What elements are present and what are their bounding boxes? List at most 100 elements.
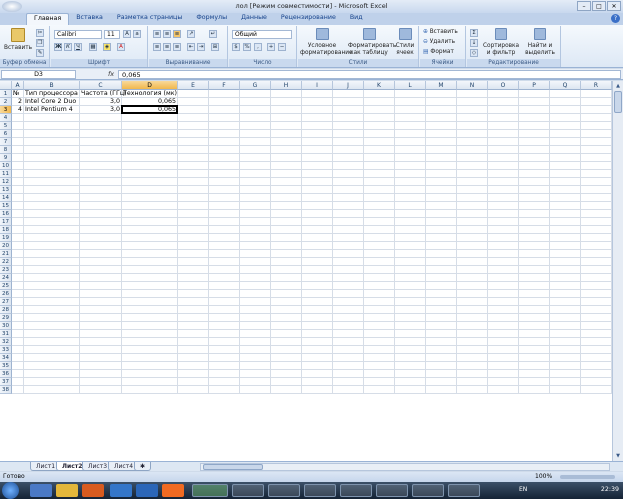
column-header-q[interactable]: Q	[550, 81, 581, 90]
cell-b2[interactable]: Intel Core 2 Duo	[24, 98, 79, 106]
column-header-h[interactable]: H	[271, 81, 302, 90]
row-header[interactable]: 16	[0, 210, 12, 218]
column-header-c[interactable]: C	[80, 81, 122, 90]
font-color-icon[interactable]: A	[117, 43, 125, 51]
row-header[interactable]: 3	[0, 106, 12, 114]
tab-view[interactable]: Вид	[343, 13, 370, 25]
taskbar-window-4[interactable]	[304, 484, 336, 497]
row-header[interactable]: 23	[0, 266, 12, 274]
bold-icon[interactable]: Ж	[54, 43, 62, 51]
percent-icon[interactable]: %	[243, 43, 251, 51]
maximize-button[interactable]: □	[592, 1, 606, 11]
row-header[interactable]: 33	[0, 346, 12, 354]
row-header[interactable]: 2	[0, 98, 12, 106]
row-header[interactable]: 35	[0, 362, 12, 370]
column-header-r[interactable]: R	[581, 81, 612, 90]
decrease-indent-icon[interactable]: ⇤	[187, 43, 195, 51]
sort-filter-button[interactable]: Сортировка и фильтр	[483, 28, 519, 57]
column-header-d[interactable]: D	[122, 81, 178, 90]
tab-insert[interactable]: Вставка	[69, 13, 110, 25]
taskbar-window-3[interactable]	[268, 484, 300, 497]
align-middle-icon[interactable]: ≡	[163, 30, 171, 38]
cell-a3[interactable]: 4	[12, 106, 23, 114]
row-header[interactable]: 8	[0, 146, 12, 154]
column-header-e[interactable]: E	[178, 81, 209, 90]
row-header[interactable]: 30	[0, 322, 12, 330]
tab-home[interactable]: Главная	[26, 13, 70, 25]
select-all-corner[interactable]	[0, 81, 12, 90]
start-button[interactable]	[2, 482, 19, 499]
horizontal-scrollbar[interactable]	[200, 463, 610, 471]
column-header-o[interactable]: O	[488, 81, 519, 90]
underline-icon[interactable]: Ч	[74, 43, 82, 51]
row-header[interactable]: 26	[0, 290, 12, 298]
row-header[interactable]: 37	[0, 378, 12, 386]
row-header[interactable]: 29	[0, 314, 12, 322]
zoom-level[interactable]: 100%	[535, 472, 552, 482]
column-header-l[interactable]: L	[395, 81, 426, 90]
cell-b3[interactable]: Intel Pentium 4	[24, 106, 79, 114]
row-header[interactable]: 6	[0, 130, 12, 138]
taskbar-app2-icon[interactable]	[136, 484, 158, 497]
clock[interactable]: 22:39	[601, 486, 619, 493]
autosum-icon[interactable]: Σ	[470, 29, 478, 37]
cell-a2[interactable]: 2	[12, 98, 23, 106]
taskbar-window-7[interactable]	[412, 484, 444, 497]
align-center-icon[interactable]: ≡	[163, 43, 171, 51]
row-header[interactable]: 18	[0, 226, 12, 234]
row-header[interactable]: 15	[0, 202, 12, 210]
minimize-button[interactable]: –	[577, 1, 591, 11]
worksheet-grid[interactable]: A B C D E F G H I J K L M N O P Q R 1 2 3 4 5 6 7 8 9 10 11 12 13 14 15 1…	[0, 81, 612, 461]
delete-cells-button[interactable]: ⊖ Удалить	[423, 39, 455, 46]
name-box[interactable]: D3	[1, 70, 76, 79]
align-top-icon[interactable]: ≡	[153, 30, 161, 38]
tab-review[interactable]: Рецензирование	[274, 13, 343, 25]
cell-d1[interactable]: Технология (мк)	[122, 90, 177, 98]
fill-color-icon[interactable]: ◈	[103, 43, 111, 51]
taskbar-ie-icon[interactable]	[30, 484, 52, 497]
row-header[interactable]: 27	[0, 298, 12, 306]
row-header[interactable]: 14	[0, 194, 12, 202]
taskbar-window-6[interactable]	[376, 484, 408, 497]
column-header-n[interactable]: N	[457, 81, 488, 90]
format-cells-button[interactable]: ▤ Формат	[423, 49, 454, 56]
thousands-icon[interactable]: ,	[254, 43, 262, 51]
horizontal-scroll-thumb[interactable]	[203, 464, 263, 470]
scroll-up-icon[interactable]: ▲	[614, 82, 622, 90]
font-name-select[interactable]: Calibri	[54, 30, 102, 39]
shrink-font-icon[interactable]: a	[133, 30, 141, 38]
insert-cells-button[interactable]: ⊕ Вставить	[423, 29, 458, 36]
number-format-select[interactable]: Общий	[232, 30, 292, 39]
orientation-icon[interactable]: ↗	[187, 30, 195, 38]
row-header[interactable]: 38	[0, 386, 12, 394]
row-header[interactable]: 11	[0, 170, 12, 178]
row-header[interactable]: 20	[0, 242, 12, 250]
vertical-scroll-thumb[interactable]	[614, 91, 622, 113]
taskbar-window-8[interactable]	[448, 484, 480, 497]
cell-c3[interactable]: 3,0	[80, 106, 121, 114]
copy-icon[interactable]: ❐	[36, 39, 44, 47]
taskbar-explorer-icon[interactable]	[56, 484, 78, 497]
align-right-icon[interactable]: ≡	[173, 43, 181, 51]
font-size-select[interactable]: 11	[104, 30, 120, 39]
align-left-icon[interactable]: ≡	[153, 43, 161, 51]
column-header-b[interactable]: B	[24, 81, 80, 90]
vertical-scrollbar[interactable]: ▲ ▼	[612, 81, 623, 461]
format-painter-icon[interactable]: ✎	[36, 49, 44, 57]
row-header[interactable]: 28	[0, 306, 12, 314]
taskbar-firefox-icon[interactable]	[162, 484, 184, 497]
row-header[interactable]: 5	[0, 122, 12, 130]
cell-b1[interactable]: Тип процессора	[24, 90, 79, 98]
row-header[interactable]: 1	[0, 90, 12, 98]
fill-icon[interactable]: ↓	[470, 39, 478, 47]
column-header-m[interactable]: M	[426, 81, 457, 90]
zoom-slider[interactable]	[560, 475, 615, 479]
column-header-f[interactable]: F	[209, 81, 240, 90]
row-header[interactable]: 17	[0, 218, 12, 226]
row-header[interactable]: 10	[0, 162, 12, 170]
increase-indent-icon[interactable]: ⇥	[197, 43, 205, 51]
column-header-i[interactable]: I	[302, 81, 333, 90]
row-header[interactable]: 13	[0, 186, 12, 194]
scroll-down-icon[interactable]: ▼	[614, 452, 622, 460]
column-header-a[interactable]: A	[12, 81, 24, 90]
